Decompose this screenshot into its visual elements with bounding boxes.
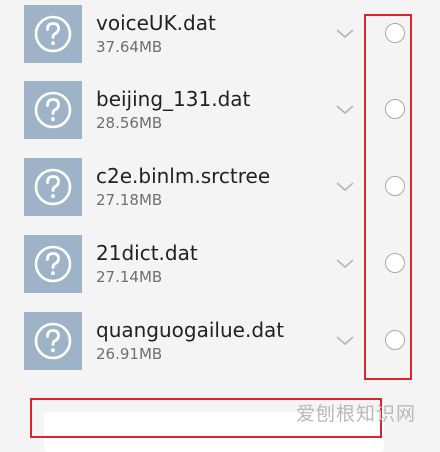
question-mark-icon: [24, 312, 82, 370]
file-row[interactable]: beijing_131.dat 28.56MB: [0, 77, 440, 143]
file-size: 28.56MB: [96, 114, 163, 132]
question-mark-icon: [24, 81, 82, 139]
file-name: 21dict.dat: [96, 241, 198, 265]
select-radio[interactable]: [385, 99, 405, 119]
question-mark-icon: [24, 235, 82, 293]
file-size: 26.91MB: [96, 345, 163, 363]
select-radio[interactable]: [385, 23, 405, 43]
question-mark-icon: [24, 158, 82, 216]
file-row[interactable]: voiceUK.dat 37.64MB: [0, 1, 440, 67]
chevron-down-icon[interactable]: [334, 176, 356, 198]
chevron-down-icon[interactable]: [334, 330, 356, 352]
select-radio[interactable]: [385, 176, 405, 196]
file-row[interactable]: 21dict.dat 27.14MB: [0, 231, 440, 297]
select-radio[interactable]: [385, 253, 405, 273]
file-row[interactable]: c2e.binlm.srctree 27.18MB: [0, 154, 440, 220]
file-name: c2e.binlm.srctree: [96, 164, 271, 188]
watermark: 爱刨根知识网: [295, 403, 416, 425]
file-size: 37.64MB: [96, 38, 163, 56]
question-mark-icon: [24, 5, 82, 63]
file-list: voiceUK.dat 37.64MB beijing_131.dat 28.5…: [0, 0, 440, 392]
select-radio[interactable]: [385, 330, 405, 350]
file-row[interactable]: quanguogailue.dat 26.91MB: [0, 308, 440, 374]
file-size: 27.14MB: [96, 268, 163, 286]
file-name: voiceUK.dat: [96, 11, 216, 35]
file-name: beijing_131.dat: [96, 87, 251, 111]
file-size: 27.18MB: [96, 191, 163, 209]
chevron-down-icon[interactable]: [334, 253, 356, 275]
file-name: quanguogailue.dat: [96, 318, 285, 342]
chevron-down-icon[interactable]: [334, 23, 356, 45]
chevron-down-icon[interactable]: [334, 99, 356, 121]
